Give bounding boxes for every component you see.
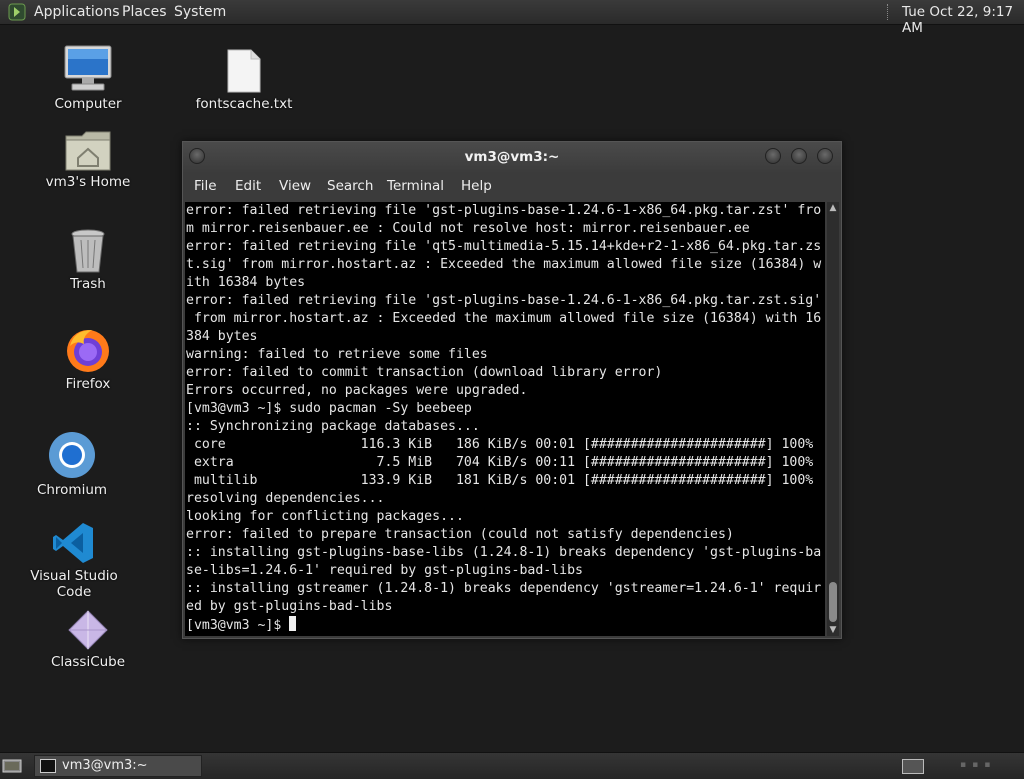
clock[interactable]: Tue Oct 22, 9:17 AM — [902, 4, 1024, 36]
menu-view[interactable]: View — [279, 178, 311, 194]
terminal-line: :: installing gstreamer (1.24.8-1) break… — [186, 581, 822, 596]
terminal-line: error: failed retrieving file 'qt5-multi… — [186, 239, 822, 254]
terminal-line: 384 bytes — [186, 329, 258, 344]
taskbar-window-button[interactable]: vm3@vm3:~ — [34, 755, 202, 777]
terminal-window[interactable]: vm3@vm3:~ File Edit View Search Terminal… — [182, 141, 842, 639]
desktop-icon-trash[interactable]: Trash — [33, 228, 143, 292]
firefox-icon — [67, 330, 109, 372]
desktop-icon-chromium[interactable]: Chromium — [17, 430, 127, 498]
desktop-icon-label: Firefox — [65, 376, 111, 392]
vscode-icon — [53, 523, 93, 563]
maximize-icon[interactable] — [791, 148, 807, 164]
workspace-switcher[interactable] — [902, 759, 924, 774]
menu-file[interactable]: File — [194, 178, 217, 194]
terminal-line: looking for conflicting packages... — [186, 509, 464, 524]
minimize-icon[interactable] — [765, 148, 781, 164]
menu-edit[interactable]: Edit — [235, 178, 261, 194]
terminal-line: warning: failed to retrieve some files — [186, 347, 488, 362]
terminal-icon — [40, 759, 56, 773]
terminal-line: extra 7.5 MiB 704 KiB/s 00:11 [#########… — [193, 455, 814, 470]
menu-logo-icon[interactable] — [8, 3, 26, 21]
trash-applet-icon[interactable]: ▪▪▪ — [960, 760, 1020, 772]
desktop-icon-classicube[interactable]: ClassiCube — [33, 608, 143, 670]
panel-separator — [887, 4, 890, 20]
scroll-down-icon[interactable]: ▼ — [827, 624, 839, 636]
terminal-line: t.sig' from mirror.hostart.az : Exceeded… — [186, 257, 822, 272]
menu-terminal[interactable]: Terminal — [387, 178, 444, 194]
terminal-line: resolving dependencies... — [186, 491, 385, 506]
desktop-icon-label: Chromium — [36, 482, 108, 498]
menu-help[interactable]: Help — [461, 178, 492, 194]
terminal-line: ith 16384 bytes — [186, 275, 306, 290]
terminal-cursor — [289, 616, 297, 631]
terminal-menubar: File Edit View Search Terminal Help — [183, 172, 841, 200]
terminal-line: error: failed retrieving file 'gst-plugi… — [186, 203, 822, 218]
terminal-line: multilib 133.9 KiB 181 KiB/s 00:01 [####… — [193, 473, 814, 488]
desktop-icon-fontscache[interactable]: fontscache.txt — [189, 48, 299, 112]
desktop-icon-computer[interactable]: Computer — [33, 44, 143, 112]
desktop-icon-label: Computer — [54, 96, 122, 112]
text-file-icon — [227, 49, 261, 93]
menu-search[interactable]: Search — [327, 178, 373, 194]
terminal-line: error: failed to commit transaction (dow… — [186, 365, 663, 380]
desktop-icon-label: Trash — [70, 276, 106, 292]
desktop-icon-firefox[interactable]: Firefox — [33, 326, 143, 392]
terminal-line: Errors occurred, no packages were upgrad… — [186, 383, 528, 398]
desktop-icon-label: ClassiCube — [50, 654, 126, 670]
menu-system[interactable]: System — [174, 4, 226, 20]
scrollbar-thumb[interactable] — [829, 582, 837, 622]
terminal-line: :: Synchronizing package databases... — [186, 419, 480, 434]
window-title: vm3@vm3:~ — [464, 149, 560, 165]
menu-applications[interactable]: Applications — [34, 4, 120, 20]
trash-icon — [71, 229, 105, 273]
desktop-icon-label: fontscache.txt — [195, 96, 293, 112]
taskbar-window-label: vm3@vm3:~ — [62, 758, 148, 773]
terminal-line: ed by gst-plugins-bad-libs — [186, 599, 393, 614]
bottom-panel: vm3@vm3:~ ▪▪▪ — [0, 752, 1024, 779]
top-panel: Applications Places System Tue Oct 22, 9… — [0, 0, 1024, 36]
desktop-icon-label: Visual Studio Code — [30, 568, 118, 600]
chromium-icon — [49, 432, 95, 478]
terminal-line: [vm3@vm3 ~]$ sudo pacman -Sy beebeep — [186, 401, 472, 416]
terminal-prompt: [vm3@vm3 ~]$ — [186, 618, 290, 633]
desktop-icon-label: vm3's Home — [45, 174, 131, 190]
terminal-line: from mirror.hostart.az : Exceeded the ma… — [193, 311, 822, 326]
close-icon[interactable] — [817, 148, 833, 164]
terminal-line: :: installing gst-plugins-base-libs (1.2… — [186, 545, 822, 560]
scroll-up-icon[interactable]: ▲ — [827, 202, 839, 214]
terminal-line: error: failed retrieving file 'gst-plugi… — [186, 293, 822, 308]
terminal-line: m mirror.reisenbauer.ee : Could not reso… — [186, 221, 750, 236]
terminal-text: error: failed retrieving file 'gst-plugi… — [185, 202, 825, 635]
terminal-line: error: failed to prepare transaction (co… — [186, 527, 734, 542]
terminal-scrollbar[interactable]: ▲ ▼ — [827, 202, 839, 636]
desktop-icon-vscode[interactable]: Visual Studio Code — [19, 520, 129, 600]
terminal-line: core 116.3 KiB 186 KiB/s 00:01 [########… — [193, 437, 814, 452]
menu-places[interactable]: Places — [122, 4, 167, 20]
desktop-icon-home[interactable]: vm3's Home — [33, 128, 143, 190]
classicube-icon — [68, 610, 108, 650]
window-titlebar[interactable]: vm3@vm3:~ — [183, 142, 841, 172]
computer-icon — [64, 45, 112, 91]
terminal-line: se-libs=1.24.6-1' required by gst-plugin… — [186, 563, 583, 578]
terminal-output[interactable]: error: failed retrieving file 'gst-plugi… — [185, 202, 825, 636]
show-desktop-icon[interactable] — [2, 758, 22, 774]
home-folder-icon — [65, 131, 111, 171]
